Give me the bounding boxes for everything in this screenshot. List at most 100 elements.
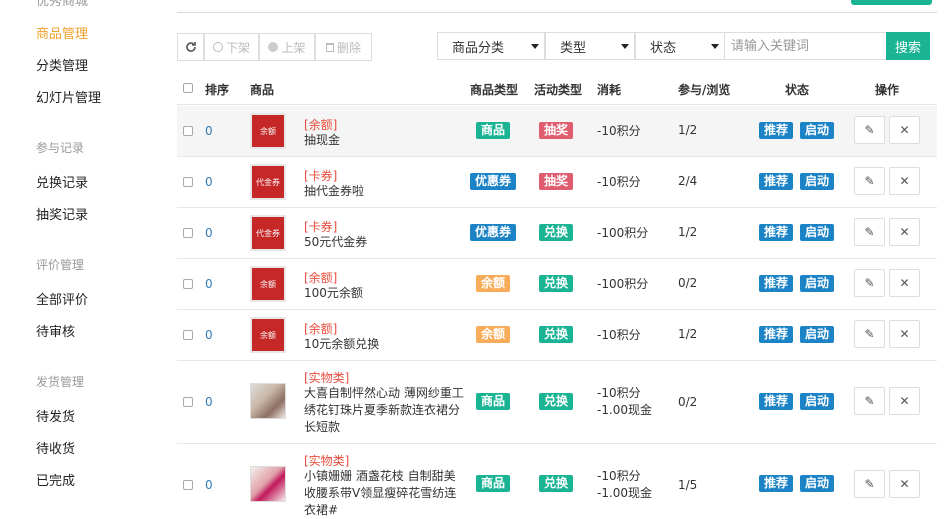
product-type-badge: 商品: [476, 393, 511, 410]
row-checkbox[interactable]: [183, 397, 193, 407]
delete-button[interactable]: 删除: [315, 33, 372, 61]
product-name[interactable]: 小镇姗姗 酒盏花枝 自制甜美收腰系带V领显瘦碎花雪纺连衣裙#: [304, 468, 464, 519]
header-activity-type: 活动类型: [534, 83, 583, 97]
product-name[interactable]: 抽代金券啦: [304, 183, 464, 200]
row-sort[interactable]: 0: [205, 328, 213, 342]
delete-row-button[interactable]: ✕: [889, 387, 920, 415]
delete-row-button[interactable]: ✕: [889, 470, 920, 498]
product-type-badge: 余额: [476, 275, 511, 292]
product-name[interactable]: 50元代金券: [304, 234, 464, 251]
header-divider: [177, 12, 937, 13]
add-button-edge[interactable]: [851, 0, 932, 5]
sidebar-item-to-ship[interactable]: 待发货: [36, 406, 75, 425]
header-product: 商品: [250, 83, 275, 97]
sidebar-item-to-receive[interactable]: 待收货: [36, 438, 75, 457]
close-icon: ✕: [899, 327, 910, 341]
type-select-value: 类型: [560, 40, 587, 56]
product-thumbnail: 余额: [250, 113, 286, 149]
delete-row-button[interactable]: ✕: [889, 218, 920, 246]
product-category: [余额]: [304, 322, 338, 336]
edit-button[interactable]: ✎: [854, 167, 885, 195]
sidebar-group-review: 评价管理: [36, 258, 85, 272]
header-status: 状态: [785, 83, 810, 97]
delete-row-button[interactable]: ✕: [889, 320, 920, 348]
row-checkbox[interactable]: [183, 279, 193, 289]
recommend-badge[interactable]: 推荐: [759, 393, 794, 410]
enable-badge[interactable]: 启动: [800, 224, 835, 241]
sidebar-item-completed[interactable]: 已完成: [36, 470, 75, 489]
table-row: 0 代金券 [卡券] 抽代金券啦 优惠券 抽奖 -10积分 2/4 推荐 启动 …: [177, 157, 937, 208]
type-select[interactable]: 类型: [545, 32, 635, 60]
activity-type-badge: 兑换: [539, 275, 574, 292]
caret-down-icon: [621, 44, 629, 49]
enable-badge[interactable]: 启动: [800, 475, 835, 492]
enable-badge[interactable]: 启动: [800, 275, 835, 292]
table-header: 排序 商品 商品类型 活动类型 消耗 参与/浏览 状态 操作: [177, 73, 937, 105]
product-name[interactable]: 100元余额: [304, 285, 464, 302]
edit-icon: ✎: [864, 276, 875, 290]
select-all-checkbox[interactable]: [183, 83, 193, 93]
edit-button[interactable]: ✎: [854, 269, 885, 297]
circle-icon: [212, 42, 223, 52]
row-sort[interactable]: 0: [205, 277, 213, 291]
search-button[interactable]: 搜索: [886, 32, 930, 60]
row-checkbox[interactable]: [183, 228, 193, 238]
activity-type-badge: 兑换: [539, 224, 574, 241]
sidebar: 优秀商城 商品管理 分类管理 幻灯片管理 参与记录 兑换记录 抽奖记录 评价管理…: [0, 0, 160, 519]
row-sort[interactable]: 0: [205, 124, 213, 138]
delete-row-button[interactable]: ✕: [889, 167, 920, 195]
row-sort[interactable]: 0: [205, 175, 213, 189]
product-thumbnail: 余额: [250, 317, 286, 353]
join-view-ratio: 1/2: [678, 123, 698, 137]
close-icon: ✕: [899, 276, 910, 290]
row-checkbox[interactable]: [183, 126, 193, 136]
recommend-badge[interactable]: 推荐: [759, 475, 794, 492]
edit-button[interactable]: ✎: [854, 470, 885, 498]
circle-filled-icon: [268, 42, 279, 52]
recommend-badge[interactable]: 推荐: [759, 326, 794, 343]
row-sort[interactable]: 0: [205, 478, 213, 492]
edit-button[interactable]: ✎: [854, 387, 885, 415]
close-icon: ✕: [899, 225, 910, 239]
category-select[interactable]: 商品分类: [437, 32, 545, 60]
enable-badge[interactable]: 启动: [800, 122, 835, 139]
join-view-ratio: 0/2: [678, 276, 698, 290]
cost-value: -100积分: [597, 226, 649, 240]
recommend-badge[interactable]: 推荐: [759, 224, 794, 241]
recommend-badge[interactable]: 推荐: [759, 122, 794, 139]
sidebar-item-products[interactable]: 商品管理: [36, 23, 88, 42]
row-checkbox[interactable]: [183, 480, 193, 490]
product-name[interactable]: 10元余额兑换: [304, 336, 464, 353]
row-sort[interactable]: 0: [205, 395, 213, 409]
sidebar-item-slides[interactable]: 幻灯片管理: [36, 87, 101, 106]
thumbnail-text: 余额: [260, 126, 276, 136]
enable-badge[interactable]: 启动: [800, 173, 835, 190]
product-name[interactable]: 大喜自制怦然心动 薄网纱重工绣花钉珠片夏季新款连衣裙分长短款: [304, 385, 464, 436]
recommend-badge[interactable]: 推荐: [759, 275, 794, 292]
search-input[interactable]: [724, 32, 887, 60]
product-name[interactable]: 抽现金: [304, 132, 464, 149]
recommend-badge[interactable]: 推荐: [759, 173, 794, 190]
delete-row-button[interactable]: ✕: [889, 269, 920, 297]
sidebar-item-lottery-records[interactable]: 抽奖记录: [36, 204, 88, 223]
sidebar-item-all-reviews[interactable]: 全部评价: [36, 289, 88, 308]
offline-button[interactable]: 下架: [204, 33, 259, 61]
edit-button[interactable]: ✎: [854, 218, 885, 246]
edit-button[interactable]: ✎: [854, 320, 885, 348]
cost-value: -10积分: [597, 124, 641, 138]
refresh-button[interactable]: [177, 33, 204, 61]
sidebar-item-pending-review[interactable]: 待审核: [36, 321, 75, 340]
delete-row-button[interactable]: ✕: [889, 116, 920, 144]
edit-button[interactable]: ✎: [854, 116, 885, 144]
enable-badge[interactable]: 启动: [800, 393, 835, 410]
table-row: 0 余额 [余额] 10元余额兑换 余额 兑换 -10积分 1/2 推荐 启动 …: [177, 310, 937, 361]
sidebar-item-exchange-records[interactable]: 兑换记录: [36, 172, 88, 191]
row-checkbox[interactable]: [183, 177, 193, 187]
online-button[interactable]: 上架: [259, 33, 315, 61]
row-checkbox[interactable]: [183, 330, 193, 340]
enable-badge[interactable]: 启动: [800, 326, 835, 343]
status-select[interactable]: 状态: [635, 32, 725, 60]
sidebar-item-categories[interactable]: 分类管理: [36, 55, 88, 74]
row-sort[interactable]: 0: [205, 226, 213, 240]
header-sort: 排序: [205, 83, 230, 97]
